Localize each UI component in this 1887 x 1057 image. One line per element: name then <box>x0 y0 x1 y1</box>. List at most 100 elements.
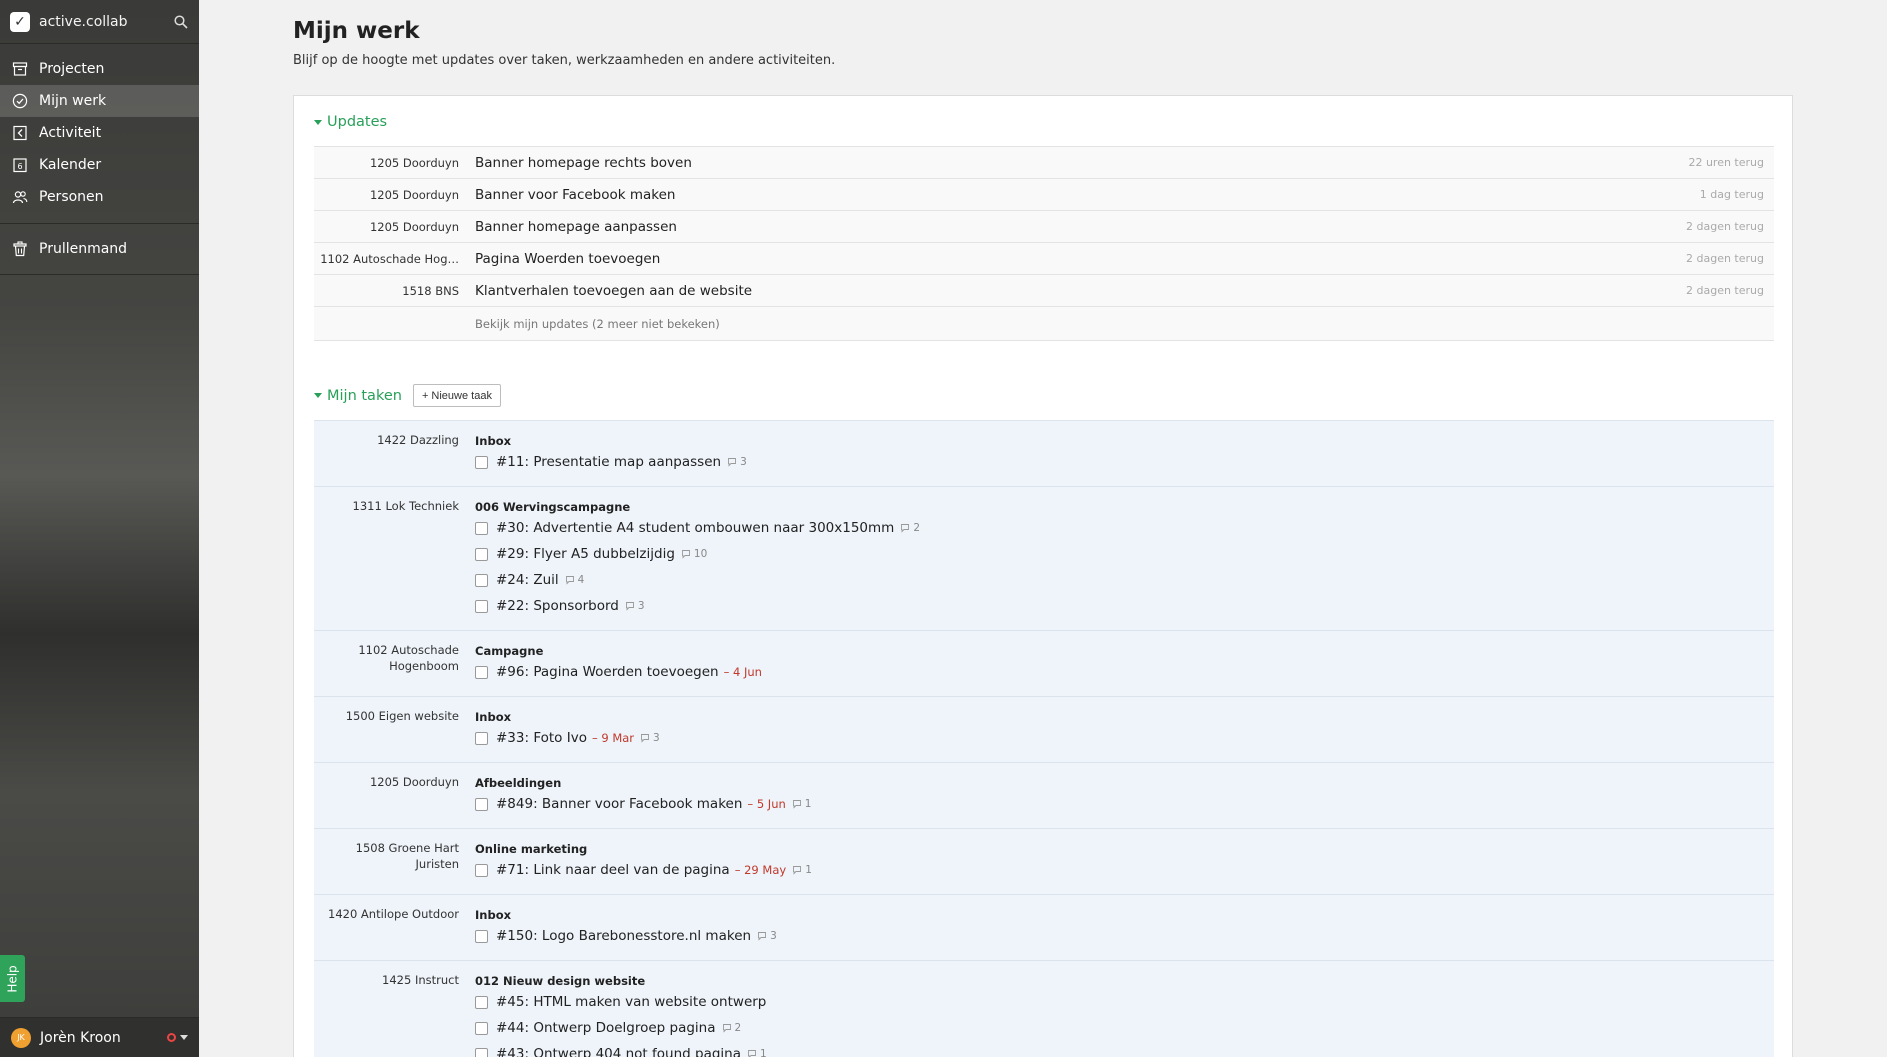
new-task-button[interactable]: + Nieuwe taak <box>412 384 501 407</box>
task-group-project[interactable]: 1420 Antilope Outdoor <box>314 905 459 949</box>
task-group-project[interactable]: 1205 Doorduyn <box>314 773 459 817</box>
user-menu[interactable]: JK Jorèn Kroon <box>0 1017 199 1057</box>
comment-count: 3 <box>653 732 660 744</box>
chevron-down-icon[interactable] <box>180 1035 188 1040</box>
task-checkbox[interactable] <box>475 547 488 561</box>
update-row[interactable]: 1518 BNS Klantverhalen toevoegen aan de w… <box>314 275 1774 307</box>
task-checkbox[interactable] <box>475 1021 488 1035</box>
comment-icon <box>792 865 805 875</box>
task-group-body: 006 Wervingscampagne #30: Advertentie A4 … <box>475 497 1774 619</box>
task-title[interactable]: #30: Advertentie A4 student ombouwen naa… <box>496 520 894 536</box>
task-checkbox[interactable] <box>475 863 488 877</box>
update-time: 2 dagen terug <box>1686 284 1764 297</box>
task-row: #22: Sponsorbord 3 <box>475 593 1774 619</box>
task-checkbox[interactable] <box>475 521 488 535</box>
task-list-name[interactable]: Online marketing <box>475 839 1774 857</box>
task-title[interactable]: #45: HTML maken van website ontwerp <box>496 994 766 1010</box>
task-title[interactable]: #24: Zuil <box>496 572 559 588</box>
section-heading[interactable]: Mijn taken <box>327 388 402 404</box>
comment-icon <box>747 1049 760 1057</box>
task-title[interactable]: #849: Banner voor Facebook maken <box>496 796 742 812</box>
task-comments: 10 <box>681 548 707 560</box>
help-label: Help <box>5 964 20 993</box>
search-icon[interactable] <box>173 14 189 30</box>
task-checkbox[interactable] <box>475 573 488 587</box>
update-title[interactable]: Banner voor Facebook maken <box>475 187 1700 203</box>
sidebar-item-prullenmand[interactable]: Prullenmand <box>0 233 199 265</box>
task-title[interactable]: #96: Pagina Woerden toevoegen <box>496 664 719 680</box>
comment-count: 10 <box>693 548 708 560</box>
task-group-project[interactable]: 1102 Autoschade Hogenboom <box>314 641 459 685</box>
task-list-name[interactable]: Inbox <box>475 905 1774 923</box>
task-title[interactable]: #71: Link naar deel van de pagina <box>496 862 730 878</box>
update-title[interactable]: Banner homepage aanpassen <box>475 219 1686 235</box>
update-title[interactable]: Klantverhalen toevoegen aan de website <box>475 283 1686 299</box>
task-checkbox[interactable] <box>475 731 488 745</box>
sidebar-item-activiteit[interactable]: Activiteit <box>0 117 199 149</box>
task-group-project[interactable]: 1422 Dazzling <box>314 431 459 475</box>
activecollab-logo-icon[interactable]: ✓ <box>10 11 30 32</box>
update-row[interactable]: 1205 Doorduyn Banner homepage aanpassen 2 … <box>314 211 1774 243</box>
task-list-name[interactable]: Inbox <box>475 707 1774 725</box>
task-comments: 2 <box>900 522 920 534</box>
task-list-name[interactable]: 012 Nieuw design website <box>475 971 1774 989</box>
task-list-name[interactable]: 006 Wervingscampagne <box>475 497 1774 515</box>
update-row[interactable]: 1205 Doorduyn Banner homepage rechts bove… <box>314 147 1774 179</box>
update-row[interactable]: 1102 Autoschade Hog… Pagina Woerden toevo… <box>314 243 1774 275</box>
sidebar-item-projecten[interactable]: Projecten <box>0 53 199 85</box>
comment-count: 3 <box>770 930 777 942</box>
task-group-project[interactable]: 1425 Instruct <box>314 971 459 1057</box>
task-checkbox[interactable] <box>475 599 488 613</box>
sidebar-item-personen[interactable]: Personen <box>0 181 199 213</box>
task-group-project[interactable]: 1508 Groene Hart Juristen <box>314 839 459 883</box>
check-circle-icon <box>12 93 28 109</box>
page-subtitle: Blijf op de hoogte met updates over take… <box>293 53 836 68</box>
section-heading: Updates <box>327 114 388 130</box>
task-list-name[interactable]: Afbeeldingen <box>475 773 1774 791</box>
task-group: 1420 Antilope Outdoor Inbox #150: Logo Bar… <box>314 895 1774 961</box>
task-title[interactable]: #43: Ontwerp 404 not found pagina <box>496 1046 741 1057</box>
task-group-project[interactable]: 1311 Lok Techniek <box>314 497 459 619</box>
update-title[interactable]: Pagina Woerden toevoegen <box>475 251 1686 267</box>
task-title[interactable]: #22: Sponsorbord <box>496 598 619 614</box>
task-title[interactable]: #33: Foto Ivo <box>496 730 587 746</box>
task-list-name[interactable]: Inbox <box>475 431 1774 449</box>
updates-section-toggle[interactable]: Updates <box>314 114 387 130</box>
task-comments: 1 <box>792 864 812 876</box>
task-checkbox[interactable] <box>475 797 488 811</box>
task-title[interactable]: #150: Logo Barebonesstore.nl maken <box>496 928 751 944</box>
task-checkbox[interactable] <box>475 929 488 943</box>
update-row[interactable]: 1205 Doorduyn Banner voor Facebook maken 1… <box>314 179 1774 211</box>
collapse-triangle-icon <box>314 119 322 125</box>
tasks-list: 1422 Dazzling Inbox #11: Presentatie map a… <box>314 420 1774 1057</box>
task-checkbox[interactable] <box>475 665 488 679</box>
help-button[interactable]: Help <box>0 955 25 1002</box>
update-time: 22 uren terug <box>1688 156 1764 169</box>
sidebar-item-mijn-werk[interactable]: Mijn werk <box>0 85 199 117</box>
task-group-project[interactable]: 1500 Eigen website <box>314 707 459 751</box>
update-project: 1205 Doorduyn <box>369 219 459 234</box>
task-group-body: Campagne #96: Pagina Woerden toevoegen – 4… <box>475 641 1774 685</box>
task-title[interactable]: #11: Presentatie map aanpassen <box>496 454 721 470</box>
task-checkbox[interactable] <box>475 995 488 1009</box>
comment-icon <box>727 457 740 467</box>
task-title[interactable]: #29: Flyer A5 dubbelzijdig <box>496 546 675 562</box>
update-title[interactable]: Banner homepage rechts boven <box>475 155 1688 171</box>
task-title[interactable]: #44: Ontwerp Doelgroep pagina <box>496 1020 716 1036</box>
update-project: 1205 Doorduyn <box>369 187 459 202</box>
archive-icon <box>12 61 28 77</box>
collapse-triangle-icon[interactable] <box>314 393 322 398</box>
view-updates-link[interactable]: Bekijk mijn updates (2 meer niet bekeken… <box>475 317 720 331</box>
task-checkbox[interactable] <box>475 1047 488 1057</box>
task-row: #33: Foto Ivo – 9 Mar 3 <box>475 725 1774 751</box>
comment-icon <box>722 1023 735 1033</box>
task-comments: 3 <box>625 600 645 612</box>
comment-count: 3 <box>637 600 645 612</box>
task-comments: 1 <box>792 798 811 810</box>
sidebar-item-label: Mijn werk <box>39 93 107 109</box>
task-checkbox[interactable] <box>475 455 488 469</box>
sidebar-item-kalender[interactable]: 6 Kalender <box>0 149 199 181</box>
task-comments: 3 <box>757 930 777 942</box>
divider <box>0 223 199 224</box>
task-list-name[interactable]: Campagne <box>475 641 1774 659</box>
